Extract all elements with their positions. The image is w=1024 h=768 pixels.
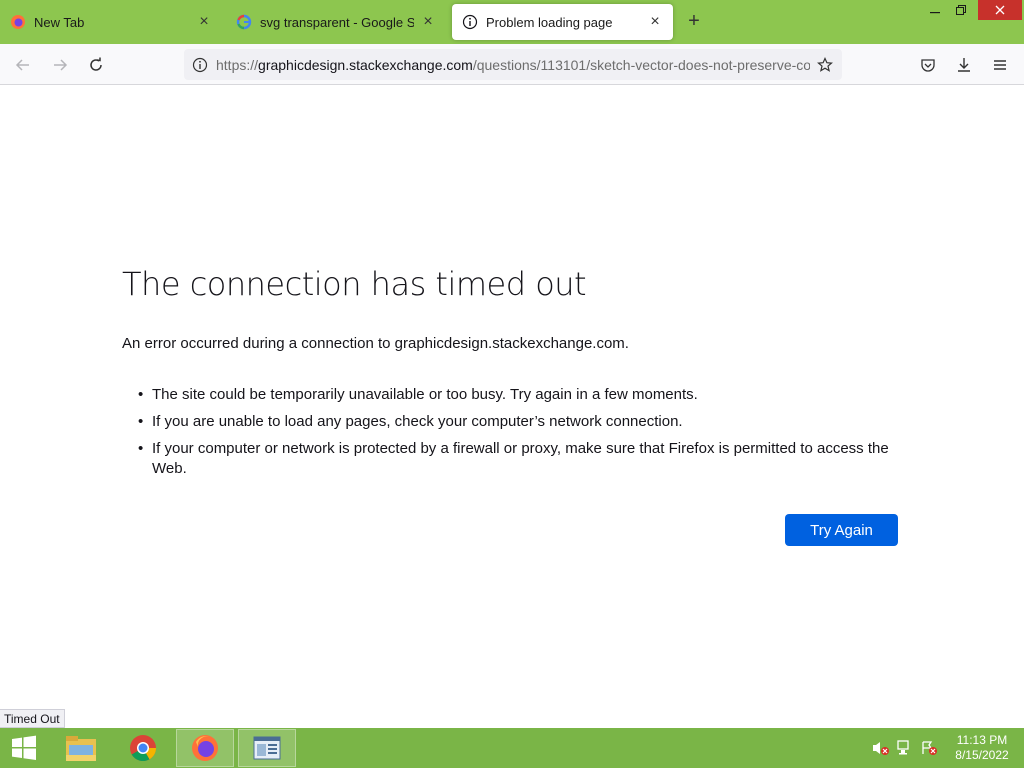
forward-button[interactable] bbox=[47, 52, 73, 78]
taskbar-clock[interactable]: 11:13 PM 8/15/2022 bbox=[944, 733, 1020, 763]
navigation-bar: https://graphicdesign.stackexchange.com/… bbox=[0, 44, 1024, 85]
action-center-alert-icon[interactable] bbox=[920, 740, 938, 756]
reload-icon bbox=[90, 57, 102, 71]
taskbar-chrome[interactable] bbox=[114, 729, 172, 767]
close-icon bbox=[995, 5, 1005, 15]
list-item: If you are unable to load any pages, che… bbox=[138, 412, 898, 432]
file-explorer-icon bbox=[66, 736, 96, 761]
taskbar: 11:13 PM 8/15/2022 bbox=[0, 728, 1024, 768]
list-item: If your computer or network is protected… bbox=[138, 439, 898, 479]
tab-label: Problem loading page bbox=[486, 14, 613, 30]
try-again-button[interactable]: Try Again bbox=[785, 514, 898, 546]
tab-new-tab[interactable]: New Tab × bbox=[0, 4, 222, 40]
close-icon[interactable]: × bbox=[420, 14, 436, 30]
start-button[interactable] bbox=[0, 728, 48, 768]
error-page: The connection has timed out An error oc… bbox=[0, 85, 1024, 728]
menu-button[interactable] bbox=[987, 52, 1013, 78]
google-icon bbox=[236, 14, 252, 30]
new-tab-button[interactable]: + bbox=[684, 11, 704, 32]
url-prefix: https:// bbox=[216, 56, 259, 73]
close-icon[interactable]: × bbox=[647, 14, 663, 30]
taskbar-file-explorer[interactable] bbox=[52, 729, 110, 767]
tab-problem-loading[interactable]: Problem loading page × bbox=[452, 4, 673, 40]
reload-button[interactable] bbox=[83, 52, 109, 78]
error-description: An error occurred during a connection to… bbox=[122, 335, 629, 352]
tab-label: svg transparent - Google Search bbox=[260, 14, 414, 30]
arrow-left-icon bbox=[15, 59, 29, 71]
tab-label: New Tab bbox=[34, 14, 85, 30]
info-icon bbox=[462, 14, 478, 30]
taskbar-firefox[interactable] bbox=[176, 729, 234, 767]
restore-button[interactable] bbox=[946, 0, 976, 20]
download-icon bbox=[958, 58, 970, 72]
list-item: The site could be temporarily unavailabl… bbox=[138, 385, 898, 405]
network-icon[interactable] bbox=[896, 740, 914, 756]
close-icon[interactable]: × bbox=[196, 14, 212, 30]
minimize-icon bbox=[930, 12, 940, 14]
clock-date: 8/15/2022 bbox=[955, 748, 1009, 762]
tab-strip: New Tab × svg transparent - Google Searc… bbox=[0, 0, 1024, 44]
taskbar-window-app[interactable] bbox=[238, 729, 296, 767]
downloads-button[interactable] bbox=[951, 52, 977, 78]
url-host: graphicdesign.stackexchange.com bbox=[258, 56, 473, 73]
hamburger-menu-icon bbox=[994, 60, 1006, 70]
firefox-icon bbox=[192, 735, 218, 761]
back-button[interactable] bbox=[10, 52, 36, 78]
tab-google-search[interactable]: svg transparent - Google Search × bbox=[226, 4, 446, 40]
url-text[interactable]: https://graphicdesign.stackexchange.com/… bbox=[216, 57, 810, 73]
url-path: /questions/113101/sketch-vector-does-not… bbox=[472, 56, 810, 73]
chrome-icon bbox=[130, 735, 157, 762]
pocket-icon bbox=[921, 59, 935, 72]
arrow-right-icon bbox=[54, 59, 68, 71]
windows-logo-icon bbox=[12, 735, 36, 760]
system-tray bbox=[872, 728, 938, 768]
site-info-icon[interactable] bbox=[184, 49, 216, 80]
pocket-button[interactable] bbox=[915, 52, 941, 78]
error-suggestions-list: The site could be temporarily unavailabl… bbox=[138, 385, 898, 486]
close-window-button[interactable] bbox=[978, 0, 1022, 20]
firefox-icon bbox=[11, 15, 25, 29]
bookmark-star-icon[interactable] bbox=[810, 49, 840, 80]
status-tooltip: Timed Out bbox=[0, 709, 65, 728]
url-bar[interactable]: https://graphicdesign.stackexchange.com/… bbox=[184, 49, 842, 80]
window-app-icon bbox=[253, 736, 281, 760]
clock-time: 11:13 PM bbox=[956, 733, 1008, 747]
speaker-muted-icon[interactable] bbox=[872, 740, 890, 756]
page-title: The connection has timed out bbox=[122, 265, 587, 303]
restore-icon bbox=[956, 5, 966, 15]
